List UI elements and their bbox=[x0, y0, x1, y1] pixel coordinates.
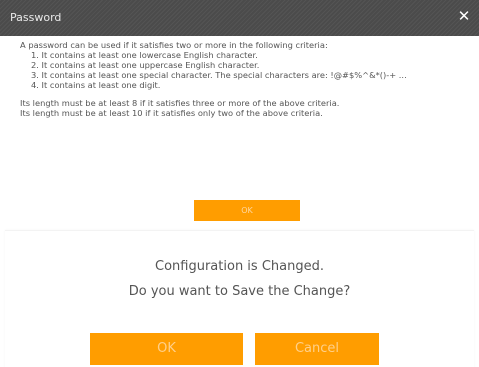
password-ok-button[interactable]: OK bbox=[194, 200, 300, 221]
length-rule-2: Its length must be at least 10 if it sat… bbox=[20, 108, 323, 118]
password-intro: A password can be used if it satisfies t… bbox=[20, 40, 328, 50]
save-ok-button[interactable]: OK bbox=[90, 333, 243, 365]
length-rule-1: Its length must be at least 8 if it sati… bbox=[20, 98, 340, 108]
password-criteria-text: A password can be used if it satisfies t… bbox=[20, 40, 475, 118]
save-message-line2: Do you want to Save the Change? bbox=[128, 284, 351, 299]
password-dialog: Password ✕ A password can be used if it … bbox=[0, 0, 479, 229]
criterion-4: 4. It contains at least one digit. bbox=[31, 80, 161, 90]
password-dialog-titlebar: Password ✕ bbox=[0, 0, 479, 36]
screen: Password ✕ A password can be used if it … bbox=[0, 0, 479, 367]
criterion-1: 1. It contains at least one lowercase En… bbox=[31, 50, 258, 60]
save-change-dialog: Configuration is Changed. Do you want to… bbox=[5, 230, 474, 367]
criterion-3: 3. It contains at least one special char… bbox=[31, 70, 407, 80]
save-cancel-button[interactable]: Cancel bbox=[255, 333, 379, 365]
close-icon[interactable]: ✕ bbox=[456, 8, 472, 24]
criterion-2: 2. It contains at least one uppercase En… bbox=[31, 60, 260, 70]
save-message-line1: Configuration is Changed. bbox=[155, 259, 324, 274]
password-dialog-title: Password bbox=[10, 11, 62, 24]
